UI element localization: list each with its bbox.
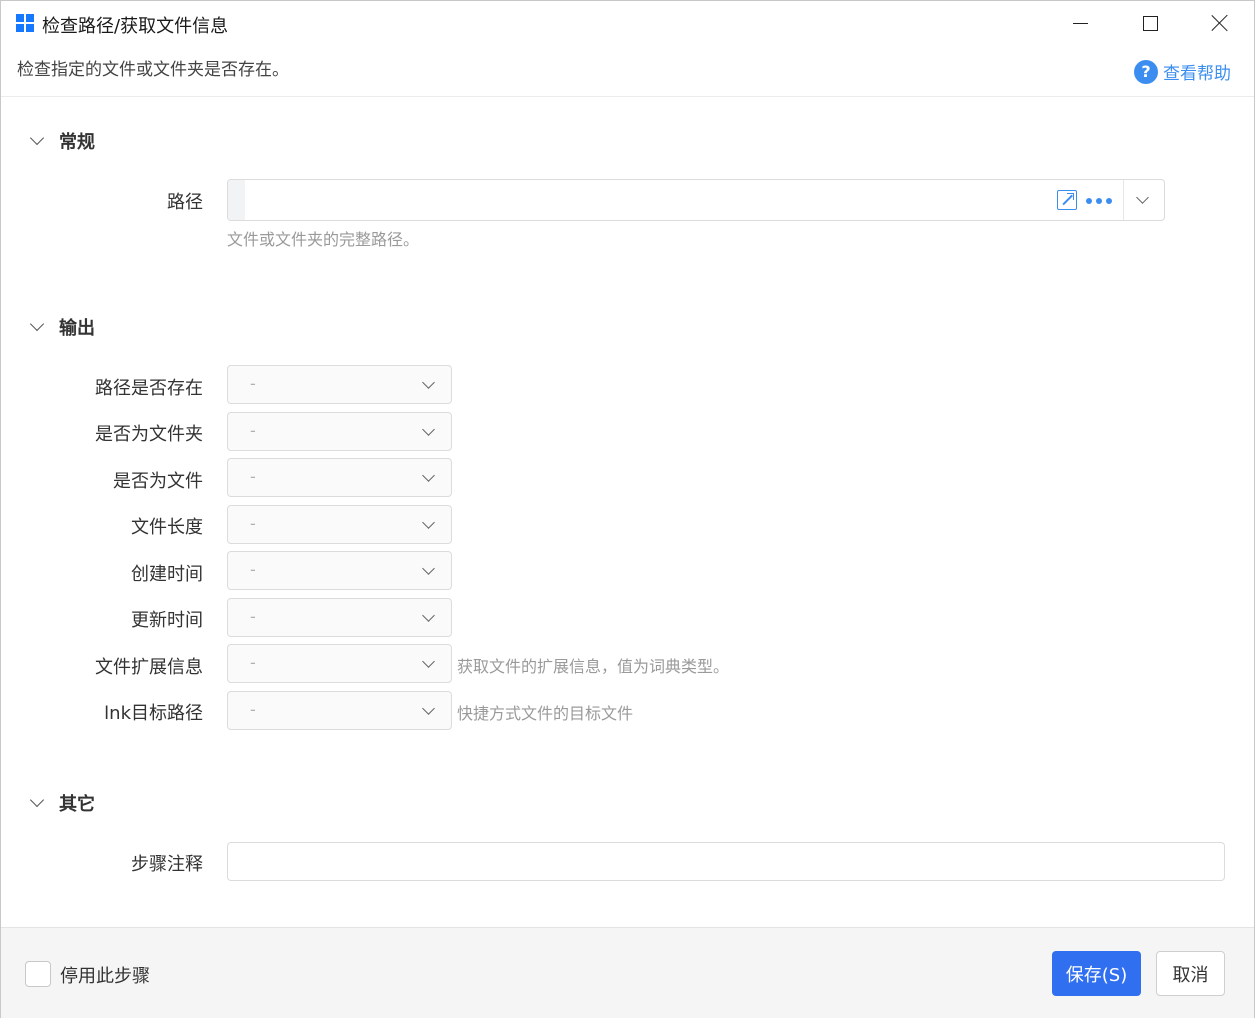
path-divider [1123,180,1124,220]
windows-logo-icon [16,14,34,32]
header-divider [1,96,1254,97]
output-label: lnk目标路径 [104,703,203,724]
path-label: 路径 [167,192,203,213]
output-select[interactable]: - [227,551,452,590]
output-select-value: - [250,467,256,486]
help-link[interactable]: ? 查看帮助 [1134,59,1231,84]
output-select-value: - [250,653,256,672]
close-icon [1211,14,1229,32]
output-label: 是否为文件夹 [95,424,203,445]
section-other-header[interactable]: 其它 [29,790,95,816]
output-select-value: - [250,421,256,440]
output-select[interactable]: - [227,644,452,683]
chevron-down-icon [422,702,435,715]
chevron-down-icon [422,655,435,668]
close-button[interactable] [1185,1,1255,45]
chevron-down-icon [422,562,435,575]
section-general-title: 常规 [59,132,95,153]
section-general-header[interactable]: 常规 [29,128,95,154]
output-label: 创建时间 [131,564,203,585]
help-label: 查看帮助 [1163,64,1231,84]
maximize-button[interactable] [1115,1,1185,45]
output-label: 更新时间 [131,610,203,631]
output-hint: 获取文件的扩展信息，值为词典类型。 [457,657,730,676]
disable-step-checkbox[interactable] [25,961,51,987]
output-label: 文件扩展信息 [95,657,203,678]
save-button[interactable]: 保存(S) [1052,951,1141,996]
chevron-down-icon [422,376,435,389]
chevron-down-icon [422,516,435,529]
output-select[interactable]: - [227,412,452,451]
dialog-footer: 停用此步骤 保存(S) 取消 [1,927,1254,1018]
section-other-title: 其它 [59,794,95,815]
output-select-value: - [250,700,256,719]
dialog-window: 检查路径/获取文件信息 检查指定的文件或文件夹是否存在。 ? 查看帮助 常规 路… [0,0,1255,1018]
disable-step-label[interactable]: 停用此步骤 [60,962,150,988]
output-select[interactable]: - [227,598,452,637]
dialog-description: 检查指定的文件或文件夹是否存在。 [17,60,289,80]
output-select[interactable]: - [227,505,452,544]
output-select-value: - [250,514,256,533]
question-circle-icon: ? [1134,59,1158,84]
chevron-down-icon [422,423,435,436]
chevron-down-icon [422,609,435,622]
maximize-icon [1142,15,1158,31]
chevron-down-icon [29,130,45,146]
output-hint: 快捷方式文件的目标文件 [457,704,634,723]
title-bar: 检查路径/获取文件信息 [1,1,1254,45]
output-select-value: - [250,607,256,626]
output-select[interactable]: - [227,458,452,497]
step-note-input[interactable] [227,842,1225,881]
minimize-button[interactable] [1045,1,1115,45]
window-title: 检查路径/获取文件信息 [42,16,229,37]
section-output-header[interactable]: 输出 [29,314,95,340]
more-options-icon[interactable] [1086,198,1112,204]
path-input[interactable] [227,179,1165,221]
section-output-title: 输出 [59,318,95,339]
path-hint: 文件或文件夹的完整路径。 [227,230,420,249]
output-select-value: - [250,560,256,579]
output-label: 是否为文件 [113,471,203,492]
output-select[interactable]: - [227,691,452,730]
minimize-icon [1072,23,1088,24]
chevron-down-icon [422,469,435,482]
chevron-down-icon[interactable] [1136,191,1149,204]
cancel-button[interactable]: 取消 [1156,951,1225,996]
output-select[interactable]: - [227,365,452,404]
output-select-value: - [250,374,256,393]
chevron-down-icon [29,792,45,808]
path-input-prefix [228,180,245,220]
output-label: 文件长度 [131,517,203,538]
open-external-icon[interactable] [1057,190,1077,210]
output-label: 路径是否存在 [95,378,203,399]
note-label: 步骤注释 [131,854,203,875]
chevron-down-icon [29,316,45,332]
